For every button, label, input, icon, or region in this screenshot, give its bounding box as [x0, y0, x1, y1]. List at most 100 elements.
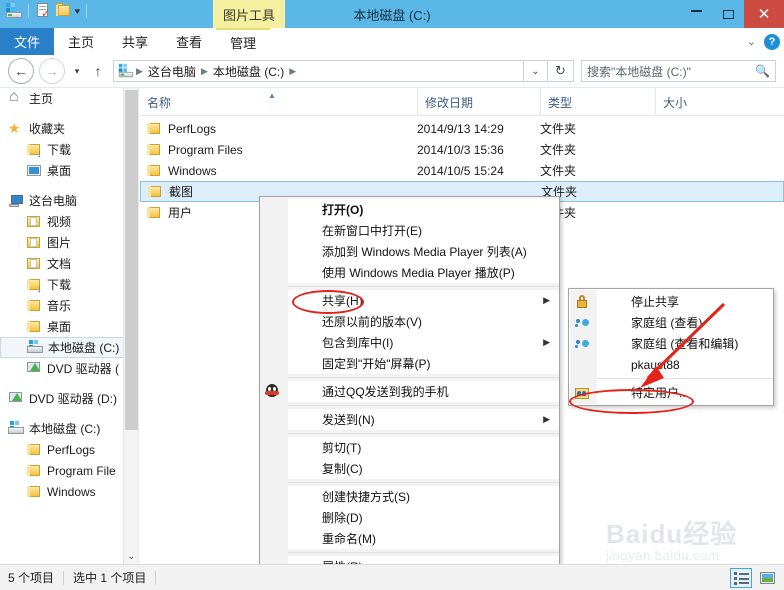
minimize-button[interactable]: [680, 0, 712, 28]
breadcrumb-item-0[interactable]: 这台电脑: [145, 63, 199, 80]
breadcrumb[interactable]: ▶ 这台电脑 ▶ 本地磁盘 (C:) ▶: [113, 60, 524, 82]
column-header-1[interactable]: 修改日期: [417, 88, 540, 116]
desktop-icon: [26, 163, 42, 179]
submenu-separator: [597, 378, 773, 379]
tree-gap: [0, 409, 138, 418]
new-folder-icon[interactable]: [55, 3, 71, 19]
sidebar-item-8[interactable]: 下载: [0, 274, 138, 295]
customize-qat-caret-icon[interactable]: ▾: [74, 6, 80, 17]
table-row[interactable]: PerfLogs 2014/9/13 14:29 文件夹: [140, 118, 784, 139]
menu-item-label: 固定到"开始"屏幕(P): [322, 357, 431, 371]
sidebar-item-label: PerfLogs: [47, 442, 96, 457]
cell-modified: 2014/10/5 15:24: [417, 163, 504, 178]
cell-name: Windows: [168, 163, 217, 178]
refresh-icon[interactable]: ↻: [548, 60, 574, 82]
ribbon-tab-0[interactable]: 文件: [0, 28, 55, 55]
breadcrumb-item-1[interactable]: 本地磁盘 (C:): [210, 63, 287, 80]
ribbon-tab-4[interactable]: 管理: [216, 28, 271, 55]
sidebar-item-7[interactable]: 文档: [0, 253, 138, 274]
ribbon-tab-1[interactable]: 主页: [54, 28, 109, 55]
breadcrumb-separator: ▶: [136, 65, 143, 76]
folder-icon: [146, 121, 162, 137]
menu-item-3[interactable]: 使用 Windows Media Player 播放(P): [288, 262, 559, 283]
sidebar-item-6[interactable]: 图片: [0, 232, 138, 253]
sidebar-item-12[interactable]: DVD 驱动器 (: [0, 358, 138, 379]
breadcrumb-computer-icon[interactable]: [118, 63, 134, 78]
share-submenu-item-3[interactable]: pkaust88: [597, 354, 773, 375]
search-box[interactable]: 搜索"本地磁盘 (C:)" 🔍: [581, 60, 776, 82]
sidebar-item-5[interactable]: 视频: [0, 211, 138, 232]
menu-item-12[interactable]: 创建快捷方式(S): [288, 486, 559, 507]
folder-icon: [146, 163, 162, 179]
video-folder-icon: [26, 214, 42, 230]
ribbon-tab-3[interactable]: 查看: [162, 28, 217, 55]
sidebar-item-label: 桌面: [47, 320, 72, 334]
properties-icon[interactable]: ✓: [35, 3, 51, 20]
up-button[interactable]: ↑: [89, 58, 107, 84]
share-submenu-item-2[interactable]: 家庭组 (查看和编辑): [575, 333, 773, 354]
view-buttons: [730, 568, 778, 588]
menu-item-8[interactable]: 通过QQ发送到我的手机: [265, 381, 559, 402]
sidebar-item-10[interactable]: 桌面: [0, 316, 138, 337]
menu-item-6[interactable]: 包含到库中(I) ▶: [288, 332, 559, 353]
recent-locations-caret-icon[interactable]: ▾: [69, 58, 85, 84]
sidebar-item-17[interactable]: Windows: [0, 481, 138, 502]
sidebar-item-2[interactable]: 下载: [0, 139, 138, 160]
sidebar-item-9[interactable]: 音乐: [0, 295, 138, 316]
share-submenu-item-0[interactable]: 停止共享: [577, 291, 773, 312]
sidebar-item-label: 下载: [47, 278, 72, 292]
menu-item-9[interactable]: 发送到(N) ▶: [288, 409, 559, 430]
thumbnails-view-button[interactable]: [756, 568, 778, 588]
column-header-3[interactable]: 大小: [655, 88, 745, 116]
homegroup-icon: [574, 336, 590, 352]
table-row[interactable]: Windows 2014/10/5 15:24 文件夹: [140, 160, 784, 181]
sidebar-item-16[interactable]: Program File: [0, 460, 138, 481]
sidebar-item-1[interactable]: 收藏夹: [0, 118, 138, 139]
drive-icon[interactable]: [6, 3, 22, 19]
download-folder-icon: [26, 142, 42, 160]
close-button[interactable]: ✕: [744, 0, 784, 28]
share-submenu-item-label: 家庭组 (查看和编辑): [631, 337, 739, 351]
menu-item-7[interactable]: 固定到"开始"屏幕(P): [288, 353, 559, 374]
sidebar-item-15[interactable]: PerfLogs: [0, 439, 138, 460]
menu-item-5[interactable]: 还原以前的版本(V): [288, 311, 559, 332]
menu-item-2[interactable]: 添加到 Windows Media Player 列表(A): [288, 241, 559, 262]
tree-gap: [0, 379, 138, 388]
sidebar-item-4[interactable]: 这台电脑: [0, 190, 138, 211]
back-button[interactable]: ←: [8, 58, 34, 84]
ribbon-tab-2[interactable]: 共享: [108, 28, 163, 55]
sidebar-item-11[interactable]: 本地磁盘 (C:): [0, 337, 138, 358]
sidebar-item-0[interactable]: 主页: [0, 88, 138, 109]
menu-item-11[interactable]: 复制(C): [288, 458, 559, 479]
column-header-0[interactable]: 名称: [140, 88, 417, 116]
table-row[interactable]: Program Files 2014/10/3 15:36 文件夹: [140, 139, 784, 160]
maximize-button[interactable]: [712, 0, 744, 28]
sidebar-scrollbar[interactable]: ⌄: [123, 88, 138, 564]
sidebar-scrollbar-thumb[interactable]: [125, 90, 138, 430]
sidebar-item-14[interactable]: 本地磁盘 (C:): [0, 418, 138, 439]
forward-button[interactable]: →: [39, 58, 65, 84]
folder-icon: [146, 205, 162, 221]
dvd-icon: [8, 391, 24, 407]
chevron-down-icon[interactable]: ⌄: [747, 35, 756, 48]
menu-item-label: 添加到 Windows Media Player 列表(A): [322, 245, 527, 259]
sidebar-item-label: 收藏夹: [29, 122, 66, 136]
menu-separator: [288, 482, 559, 483]
sidebar-item-3[interactable]: 桌面: [0, 160, 138, 181]
menu-item-14[interactable]: 重命名(M): [288, 528, 559, 549]
sidebar-item-13[interactable]: DVD 驱动器 (D:): [0, 388, 138, 409]
details-view-button[interactable]: [730, 568, 752, 588]
sort-ascending-icon: ▲: [268, 91, 276, 100]
submenu-arrow-icon: ▶: [543, 295, 550, 305]
menu-item-0[interactable]: 打开(O): [288, 199, 559, 220]
menu-item-13[interactable]: 删除(D): [288, 507, 559, 528]
menu-item-1[interactable]: 在新窗口中打开(E): [288, 220, 559, 241]
column-header-2[interactable]: 类型: [540, 88, 655, 116]
address-dropdown-caret-icon[interactable]: ⌄: [524, 60, 548, 82]
status-selection: 选中 1 个项目: [73, 571, 147, 585]
help-icon[interactable]: ?: [764, 33, 780, 50]
share-submenu-item-1[interactable]: 家庭组 (查看): [575, 312, 773, 333]
search-icon[interactable]: 🔍: [755, 64, 770, 78]
sidebar-scroll-down-icon[interactable]: ⌄: [124, 548, 138, 564]
menu-item-10[interactable]: 剪切(T): [288, 437, 559, 458]
